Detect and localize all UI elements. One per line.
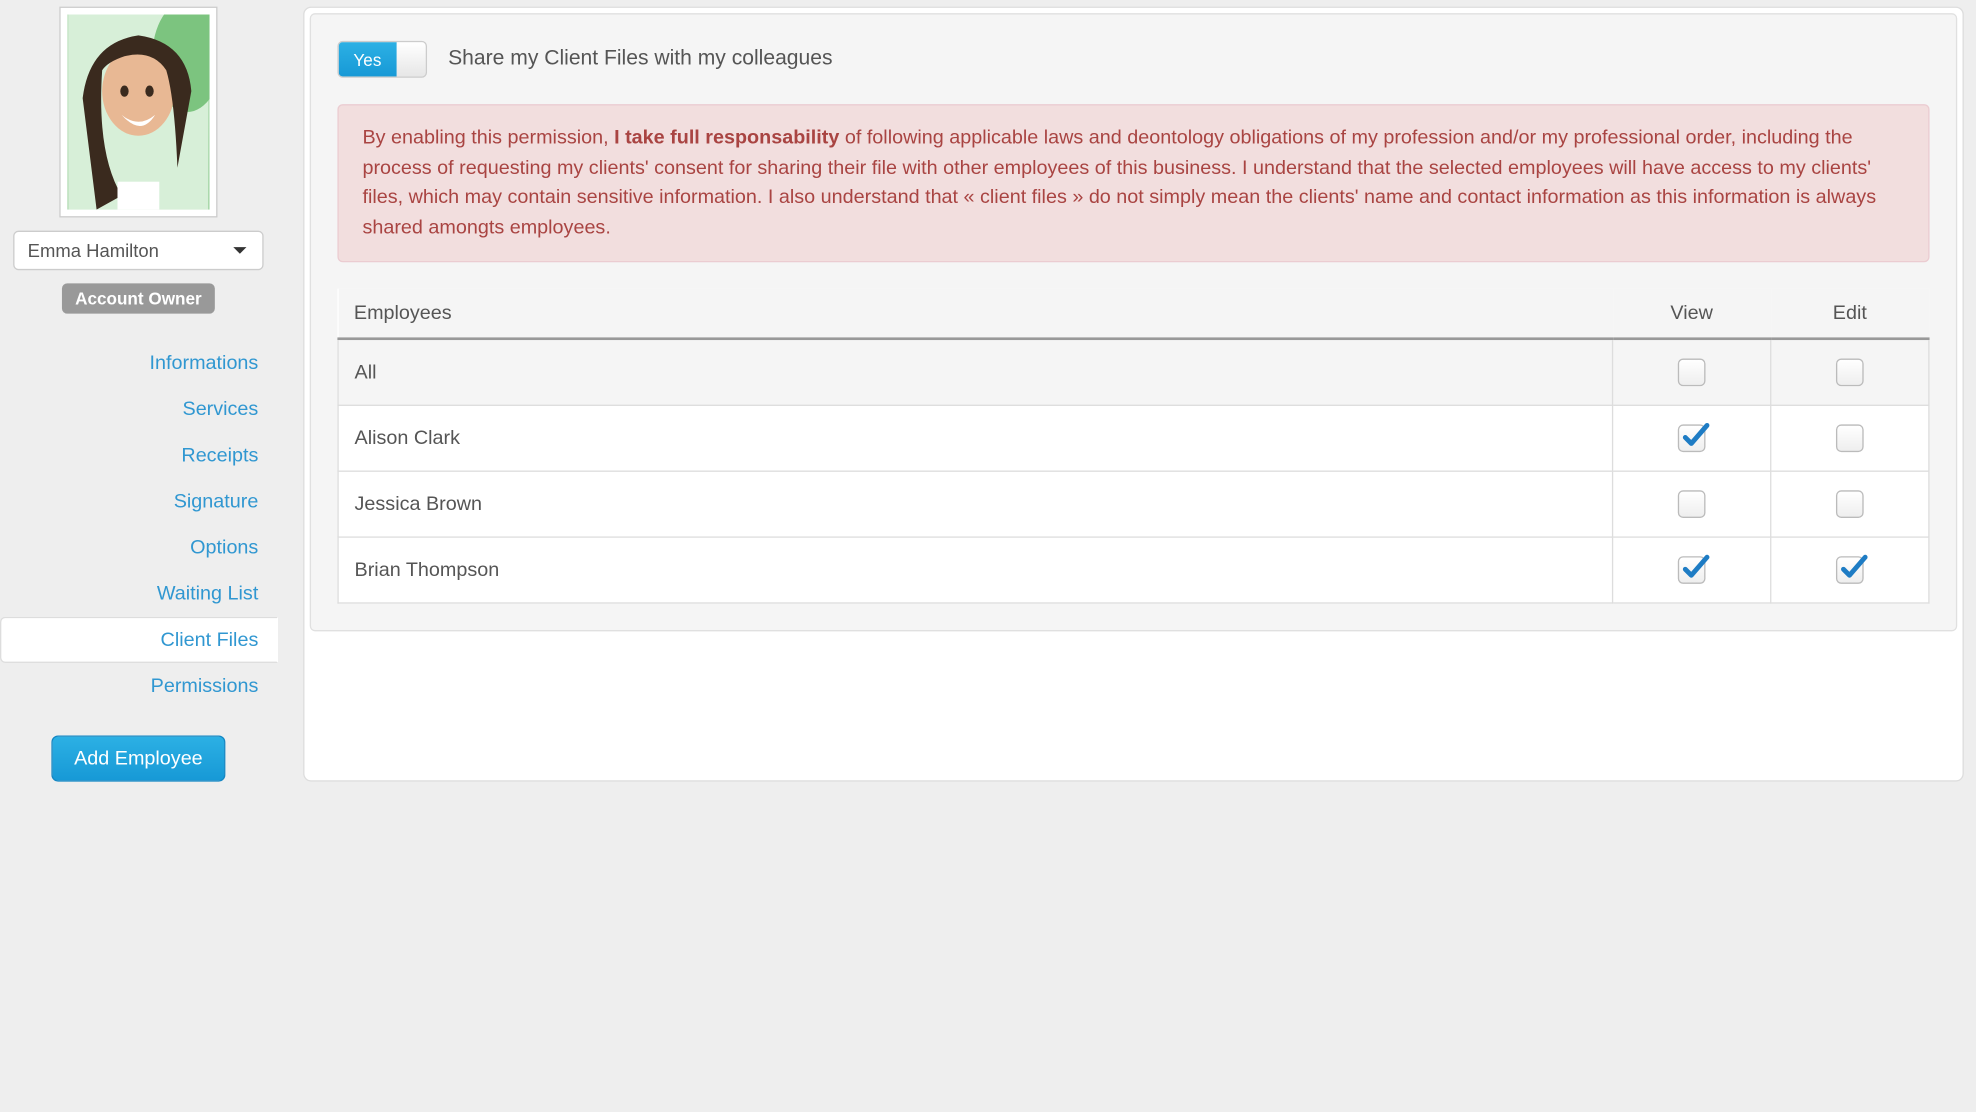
edit-checkbox[interactable] bbox=[1836, 490, 1864, 518]
view-checkbox[interactable] bbox=[1678, 490, 1706, 518]
add-employee-button[interactable]: Add Employee bbox=[52, 735, 225, 781]
alert-bold: I take full responsability bbox=[614, 127, 839, 149]
employees-table: Employees View Edit AllAlison ClarkJessi… bbox=[337, 289, 1929, 604]
user-select[interactable]: Emma Hamilton bbox=[13, 231, 263, 271]
table-row: All bbox=[338, 339, 1929, 406]
share-toggle-label: Share my Client Files with my colleagues bbox=[448, 47, 832, 71]
view-checkbox[interactable] bbox=[1678, 358, 1706, 386]
edit-checkbox[interactable] bbox=[1836, 424, 1864, 452]
col-employees: Employees bbox=[338, 289, 1613, 339]
edit-cell bbox=[1771, 537, 1929, 603]
edit-cell bbox=[1771, 471, 1929, 537]
view-checkbox[interactable] bbox=[1678, 424, 1706, 452]
employee-name: Brian Thompson bbox=[338, 537, 1613, 603]
avatar[interactable] bbox=[59, 7, 217, 218]
sidebar-item-informations[interactable]: Informations bbox=[0, 340, 277, 386]
view-cell bbox=[1613, 405, 1771, 471]
edit-checkbox[interactable] bbox=[1836, 556, 1864, 584]
table-row: Alison Clark bbox=[338, 405, 1929, 471]
view-cell bbox=[1613, 471, 1771, 537]
main-panel: Yes Share my Client Files with my collea… bbox=[303, 7, 1964, 782]
responsibility-alert: By enabling this permission, I take full… bbox=[337, 104, 1929, 262]
sidebar-item-signature[interactable]: Signature bbox=[0, 478, 277, 524]
sidebar-item-receipts[interactable]: Receipts bbox=[0, 432, 277, 478]
sidebar-item-waiting-list[interactable]: Waiting List bbox=[0, 571, 277, 617]
sidebar-item-permissions[interactable]: Permissions bbox=[0, 663, 277, 709]
sidebar-item-options[interactable]: Options bbox=[0, 525, 277, 571]
col-edit: Edit bbox=[1771, 289, 1929, 339]
col-view: View bbox=[1613, 289, 1771, 339]
alert-pre: By enabling this permission, bbox=[362, 127, 614, 149]
edit-checkbox[interactable] bbox=[1836, 358, 1864, 386]
share-toggle-row: Yes Share my Client Files with my collea… bbox=[337, 41, 1929, 78]
sidebar-item-client-files[interactable]: Client Files bbox=[0, 617, 278, 663]
table-row: Jessica Brown bbox=[338, 471, 1929, 537]
sidebar-item-services[interactable]: Services bbox=[0, 386, 277, 432]
sidebar-nav: InformationsServicesReceiptsSignatureOpt… bbox=[0, 340, 277, 709]
edit-cell bbox=[1771, 405, 1929, 471]
employee-name: Alison Clark bbox=[338, 405, 1613, 471]
share-toggle[interactable]: Yes bbox=[337, 41, 427, 78]
user-select-value: Emma Hamilton bbox=[28, 240, 159, 261]
table-row: Brian Thompson bbox=[338, 537, 1929, 603]
view-cell bbox=[1613, 339, 1771, 406]
employee-name: All bbox=[338, 339, 1613, 406]
employee-name: Jessica Brown bbox=[338, 471, 1613, 537]
owner-badge: Account Owner bbox=[62, 283, 215, 313]
sidebar: Emma Hamilton Account Owner Informations… bbox=[0, 0, 277, 782]
view-checkbox[interactable] bbox=[1678, 556, 1706, 584]
share-toggle-value: Yes bbox=[339, 42, 396, 76]
toggle-knob bbox=[396, 42, 426, 76]
chevron-down-icon bbox=[233, 247, 246, 254]
view-cell bbox=[1613, 537, 1771, 603]
edit-cell bbox=[1771, 339, 1929, 406]
